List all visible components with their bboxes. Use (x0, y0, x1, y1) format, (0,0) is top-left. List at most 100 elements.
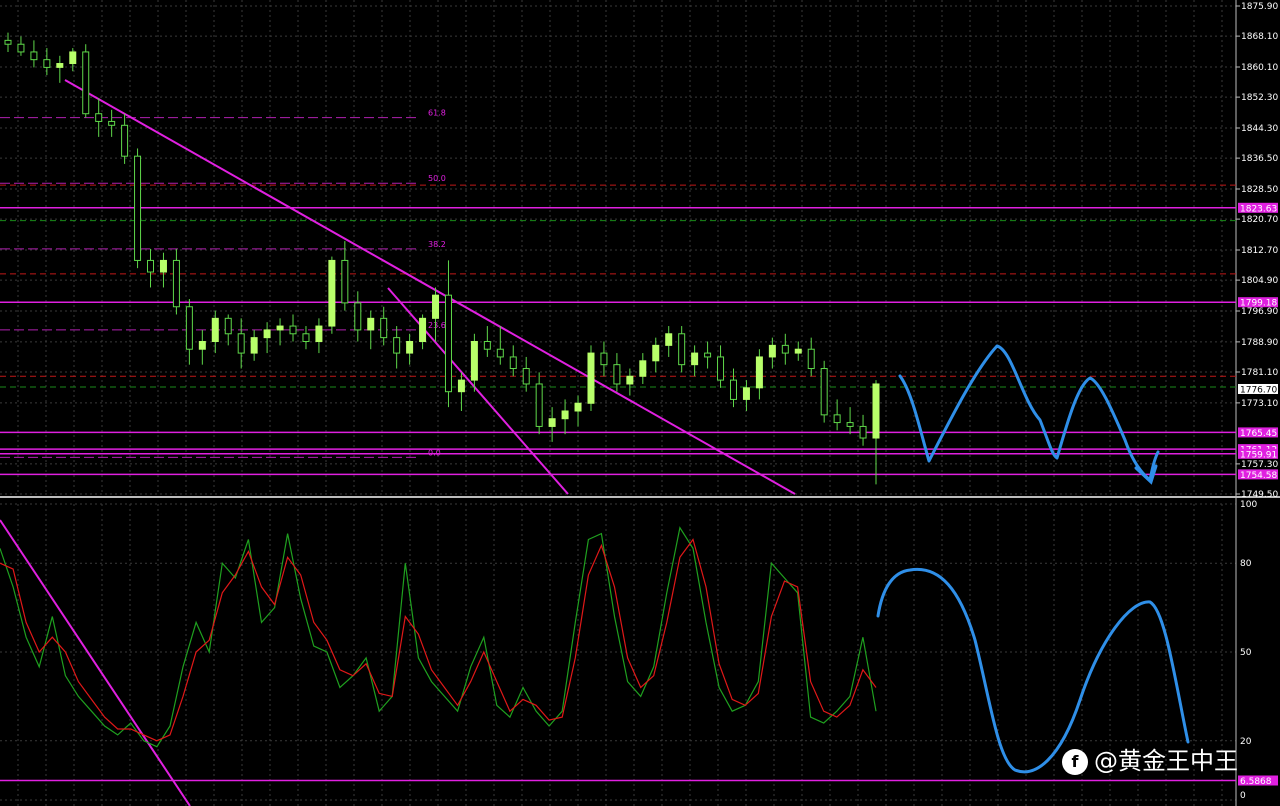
candle-body (43, 59, 51, 68)
candle-body (302, 333, 310, 342)
oscillator-tick-label: 100 (1240, 500, 1257, 510)
candle-body (328, 259, 336, 327)
candle-body (172, 259, 180, 308)
price-tick-label: 1875.90 (1241, 2, 1278, 12)
price-tick-label: 1757.30 (1241, 460, 1278, 470)
candle-body (237, 333, 245, 354)
price-tick-label: 1773.10 (1241, 399, 1278, 409)
candle-body (742, 387, 750, 400)
candle-body (587, 352, 595, 404)
hand-drawn-projections (876, 344, 1190, 774)
candle-body (4, 39, 12, 45)
price-tick-label: 1781.10 (1241, 368, 1278, 378)
candle-body (198, 341, 206, 350)
price-tick-label: 1852.30 (1241, 93, 1278, 103)
fib-label: 61.8 (428, 109, 446, 118)
candle-body (224, 317, 232, 335)
candlestick-series (4, 32, 880, 485)
oscillator-tick-label: 0 (1240, 791, 1246, 801)
candle-body (729, 379, 737, 400)
price-tick-label: 1828.50 (1241, 185, 1278, 195)
level-tag: 1765.45 (1240, 429, 1277, 439)
fib-label: 50.0 (428, 174, 446, 183)
candle-body (406, 341, 414, 354)
oscillator-level-tag: 6.5868 (1240, 777, 1272, 787)
price-tick-label: 1820.70 (1241, 215, 1278, 225)
oscillator-tick-label: 80 (1240, 559, 1252, 569)
candle-body (755, 356, 763, 389)
candle-body (509, 356, 517, 370)
current-price-tag: 1776.70 (1240, 385, 1277, 395)
oscillator-tick-label: 50 (1240, 648, 1252, 658)
candle-body (457, 379, 465, 393)
candle-body (561, 410, 569, 420)
level-tag: 1759.91 (1240, 450, 1277, 460)
trading-chart[interactable]: 61.850.038.223.60.0 1875.901868.101860.1… (0, 0, 1280, 806)
price-tick-label: 1804.90 (1241, 276, 1278, 286)
candle-body (626, 375, 634, 385)
candle-body (380, 317, 388, 339)
candle-body (263, 329, 271, 339)
candle-body (522, 368, 530, 385)
candle-body (768, 344, 776, 358)
candle-body (250, 337, 258, 354)
level-tag: 1799.18 (1240, 299, 1277, 309)
candle-body (639, 360, 647, 377)
candle-body (665, 333, 673, 346)
candle-body (833, 414, 841, 424)
candle-body (276, 325, 284, 331)
candle-body (147, 259, 155, 273)
candle-body (315, 325, 323, 343)
candle-body (17, 43, 25, 53)
candle-body (185, 306, 193, 350)
candle-body (574, 402, 582, 412)
price-tick-label: 1860.10 (1241, 63, 1278, 73)
candle-body (121, 124, 129, 157)
price-tick-label: 1868.10 (1241, 32, 1278, 42)
price-tick-label: 1836.50 (1241, 154, 1278, 164)
candle-body (341, 259, 349, 304)
level-tag: 1754.58 (1240, 471, 1277, 481)
candle-body (846, 422, 854, 427)
candle-body (820, 368, 828, 416)
candle-body (30, 51, 38, 61)
candle-body (444, 294, 452, 393)
projection-price-path (898, 344, 1160, 482)
candle-body (470, 341, 478, 381)
candle-body (717, 356, 725, 381)
price-tick-label: 1844.30 (1241, 124, 1278, 134)
fib-label: 38.2 (428, 240, 446, 249)
candle-body (95, 113, 103, 122)
candle-body (69, 51, 77, 65)
candle-body (419, 317, 427, 343)
candle-body (134, 155, 142, 261)
candle-body (108, 120, 116, 126)
candle-body (781, 344, 789, 354)
candle-body (548, 418, 556, 427)
candle-body (807, 348, 815, 370)
candle-body (159, 259, 167, 273)
fib-label: 23.6 (428, 321, 446, 330)
candle-body (691, 352, 699, 366)
watermark-logo-icon: f (1062, 749, 1088, 775)
level-tag: 1823.63 (1240, 204, 1277, 214)
candle-body (600, 352, 608, 366)
price-tick-label: 1788.90 (1241, 338, 1278, 348)
candle-body (393, 337, 401, 354)
candle-body (872, 383, 880, 439)
candle-body (678, 333, 686, 366)
candle-body (354, 302, 362, 331)
candle-body (289, 325, 297, 335)
price-axis: 1875.90 1868.10 1860.10 1852.30 1844.30 1836.… (1236, 2, 1278, 801)
watermark-text: @黄金王中王 (1094, 747, 1238, 775)
candle-body (211, 317, 219, 343)
candle-body (432, 294, 440, 319)
candle-body (82, 51, 90, 115)
price-tick-label: 1812.70 (1241, 246, 1278, 256)
watermark: f @黄金王中王 (1062, 741, 1238, 776)
candle-body (704, 352, 712, 358)
candle-body (367, 317, 375, 331)
candle-body (496, 348, 504, 358)
price-tick-label: 1749.50 (1241, 490, 1278, 500)
candle-body (483, 341, 491, 350)
